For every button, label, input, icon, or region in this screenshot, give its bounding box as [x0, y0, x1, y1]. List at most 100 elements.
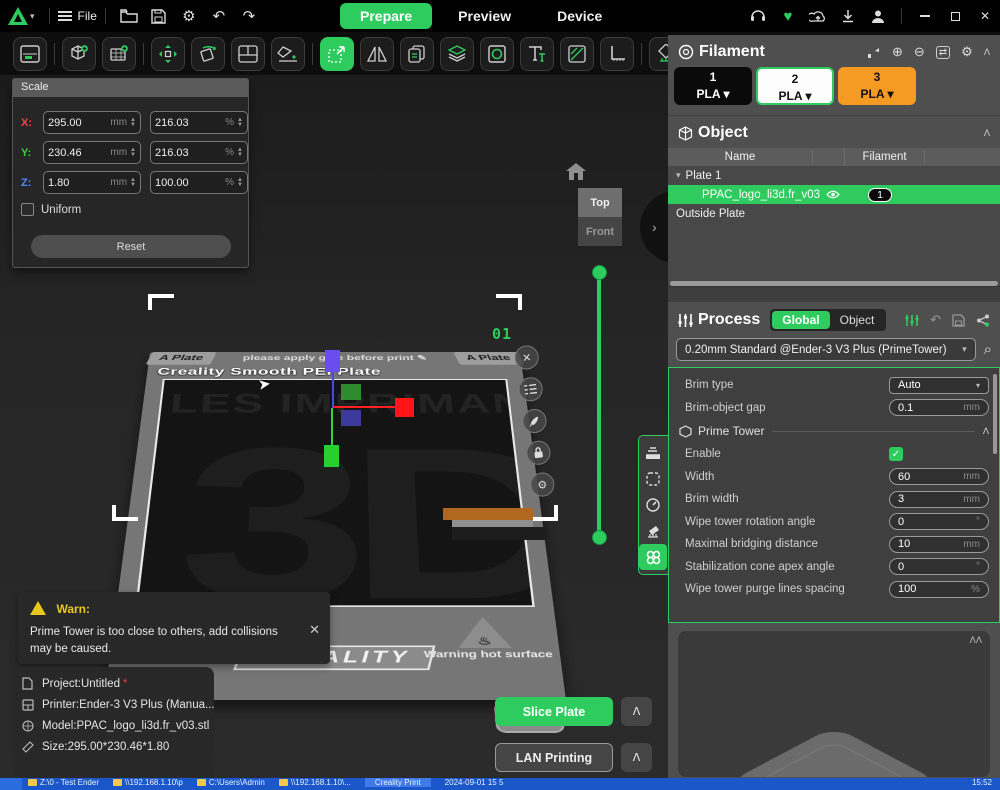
scale-z-pct-input[interactable]: 100.00%▲▼ — [150, 171, 248, 194]
add-filament-icon[interactable]: ⊕ — [892, 44, 903, 60]
model-object[interactable]: LES IMPRIMANTES 3D — [135, 379, 535, 607]
gizmo-y-handle[interactable] — [324, 445, 339, 467]
start-button[interactable] — [0, 778, 22, 790]
height-range-icon[interactable] — [639, 440, 667, 466]
redo-icon[interactable]: ↷ — [234, 4, 264, 28]
save-icon[interactable] — [144, 4, 174, 28]
auto-arrange-icon[interactable] — [231, 37, 265, 71]
view-front-face[interactable]: Front — [578, 217, 622, 246]
download-icon[interactable] — [833, 4, 863, 28]
filament-badge[interactable]: 1 — [868, 188, 892, 202]
view-top-face[interactable]: Top — [578, 188, 622, 217]
selection-box-icon[interactable] — [639, 466, 667, 492]
wipe-tower-rotation-input[interactable]: 0° — [889, 513, 989, 530]
purge-lines-spacing-input[interactable]: 100% — [889, 581, 989, 598]
plate-lock-icon[interactable] — [525, 439, 552, 466]
table-row-outside[interactable]: Outside Plate — [668, 204, 1000, 223]
object-collapse-icon[interactable]: ᐱ — [984, 128, 990, 139]
share-preset-icon[interactable] — [976, 314, 990, 327]
swap-filament-icon[interactable]: ⇄ — [936, 46, 950, 59]
taskbar-item[interactable]: C:\Users\Admin — [197, 778, 265, 787]
table-row-model[interactable]: PPAC_logo_li3d.fr_v03 1 — [668, 185, 1000, 204]
printer-plate-icon[interactable] — [13, 37, 47, 71]
multicolor-paint-icon[interactable] — [639, 544, 667, 570]
taskbar-item[interactable]: Z:\0 - Test Ender — [28, 778, 99, 787]
expand-caret-icon[interactable]: ▾ — [676, 170, 681, 181]
add-model-icon[interactable] — [62, 37, 96, 71]
plate-settings-icon[interactable]: ⚙ — [529, 471, 556, 498]
prime-tower-width-input[interactable]: 60mm — [889, 468, 989, 485]
favorites-heart-icon[interactable]: ♥ — [773, 4, 803, 28]
lan-options-button[interactable]: ᐱ — [621, 743, 652, 772]
plate-paint-icon[interactable] — [521, 408, 548, 435]
filament-collapse-icon[interactable]: ᐱ — [984, 47, 990, 58]
undo-icon[interactable]: ↶ — [204, 4, 234, 28]
gizmo-plane-handle[interactable] — [341, 384, 361, 400]
scale-y-pct-input[interactable]: 216.03%▲▼ — [150, 141, 248, 164]
visibility-eye-icon[interactable] — [826, 190, 840, 199]
viewport-3d[interactable]: A Plate please apply glue before print ✎… — [0, 75, 668, 778]
move-tool-icon[interactable] — [151, 37, 185, 71]
filament-settings-icon[interactable]: ⚙ — [961, 44, 973, 60]
table-row-plate[interactable]: ▾ Plate 1 — [668, 166, 1000, 185]
stepper-icon[interactable]: ▲▼ — [130, 148, 136, 158]
prime-tower-brim-width-input[interactable]: 3mm — [889, 491, 989, 508]
toggle-object[interactable]: Object — [830, 311, 885, 329]
stepper-icon[interactable]: ▲▼ — [130, 178, 136, 188]
tab-device[interactable]: Device — [537, 3, 622, 29]
settings-scrollbar[interactable] — [993, 374, 997, 454]
filament-card-1[interactable]: 1 PLA ▾ — [674, 67, 752, 105]
scale-z-mm-input[interactable]: 1.80mm▲▼ — [43, 171, 141, 194]
scale-panel-title[interactable]: Scale — [13, 79, 248, 97]
filament-card-3[interactable]: 3 PLA ▾ — [838, 67, 916, 105]
cloud-upload-icon[interactable] — [803, 4, 833, 28]
speed-gauge-icon[interactable] — [639, 492, 667, 518]
remove-filament-icon[interactable]: ⊖ — [914, 44, 925, 60]
taskbar-item[interactable]: \\192.168.1.10\p — [113, 778, 183, 787]
drill-hole-icon[interactable] — [480, 37, 514, 71]
save-preset-icon[interactable] — [952, 314, 965, 327]
plate-list-icon[interactable] — [517, 376, 544, 403]
slider-knob-bottom[interactable] — [592, 530, 607, 545]
open-folder-icon[interactable] — [114, 4, 144, 28]
add-text-icon[interactable] — [520, 37, 554, 71]
extrude-icon[interactable] — [866, 46, 881, 59]
rotate-tool-icon[interactable] — [191, 37, 225, 71]
gizmo-x-handle[interactable] — [395, 398, 414, 417]
brim-type-dropdown[interactable]: Auto ▾ — [889, 377, 989, 394]
toggle-global[interactable]: Global — [772, 311, 829, 329]
tune-params-icon[interactable] — [905, 314, 919, 327]
slider-track[interactable] — [597, 273, 601, 538]
taskbar-item[interactable]: \\192.168.1.10\... — [279, 778, 351, 787]
taskbar-note[interactable]: 2024-09-01 15 5 — [445, 778, 504, 787]
tab-prepare[interactable]: Prepare — [340, 3, 432, 29]
stabilization-cone-input[interactable]: 0° — [889, 558, 989, 575]
settings-gear-icon[interactable]: ⚙ — [174, 4, 204, 28]
search-preset-icon[interactable]: ⌕ — [984, 341, 992, 358]
support-headset-icon[interactable] — [743, 4, 773, 28]
prime-tower-section-header[interactable]: Prime Tower ᐱ — [669, 419, 999, 443]
gizmo-z-handle[interactable] — [325, 350, 340, 372]
stepper-icon[interactable]: ▲▼ — [237, 178, 243, 188]
lay-on-face-icon[interactable] — [271, 37, 305, 71]
pattern-fill-icon[interactable] — [560, 37, 594, 71]
filament-card-2[interactable]: 2 PLA ▾ — [756, 67, 834, 105]
scale-x-mm-input[interactable]: 295.00mm▲▼ — [43, 111, 141, 134]
scale-x-pct-input[interactable]: 216.03%▲▼ — [150, 111, 248, 134]
warning-close-icon[interactable]: ✕ — [309, 622, 320, 638]
minimize-button[interactable] — [910, 2, 940, 30]
lan-printing-button[interactable]: LAN Printing — [495, 743, 613, 772]
split-layers-icon[interactable] — [440, 37, 474, 71]
logo-caret-icon[interactable]: ▾ — [30, 11, 35, 22]
mirror-tool-icon[interactable] — [360, 37, 394, 71]
section-collapse-icon[interactable]: ᐱ — [983, 426, 989, 437]
taskbar-active-app[interactable]: Creality Print — [365, 778, 431, 787]
support-paint-icon[interactable] — [639, 518, 667, 544]
max-bridging-distance-input[interactable]: 10mm — [889, 536, 989, 553]
stepper-icon[interactable]: ▲▼ — [237, 118, 243, 128]
view-cube[interactable]: Top Front — [578, 188, 622, 246]
add-plate-icon[interactable] — [102, 37, 136, 71]
slice-plate-button[interactable]: Slice Plate — [495, 697, 613, 726]
preview-collapse-icon[interactable]: ᐱᐱ — [970, 635, 982, 646]
slider-knob-top[interactable] — [592, 265, 607, 280]
